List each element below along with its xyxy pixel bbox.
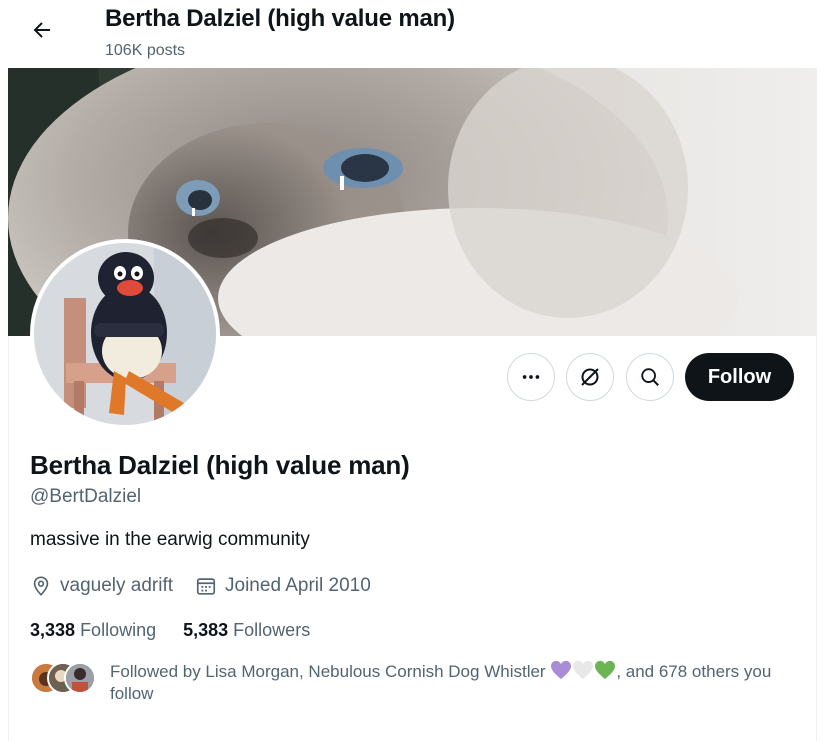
followers-count: 5,383 (183, 620, 229, 640)
back-arrow-icon (33, 22, 50, 38)
more-button[interactable] (507, 353, 555, 401)
post-count: 106K posts (105, 42, 186, 59)
follow-button[interactable]: Follow (685, 353, 794, 401)
more-icon (522, 375, 540, 379)
avatar (64, 662, 96, 694)
join-date: Joined April 2010 (195, 575, 371, 597)
profile-meta: vaguely adrift Joined April 2010 (30, 575, 393, 597)
search-icon (641, 368, 659, 386)
followers-link[interactable]: 5,383 Followers (183, 620, 310, 641)
grok-icon (581, 368, 599, 386)
back-button[interactable] (24, 12, 60, 48)
top-bar: Bertha Dalziel (high value man) 106K pos… (8, 0, 817, 68)
grok-button[interactable] (566, 353, 614, 401)
location-icon (33, 576, 49, 596)
profile-bio: massive in the earwig community (30, 529, 310, 550)
followers-label: Followers (233, 620, 311, 640)
following-label: Following (80, 620, 157, 640)
join-date-text: Joined April 2010 (225, 575, 371, 596)
profile-name: Bertha Dalziel (high value man) (30, 450, 410, 480)
green-heart-icon (595, 660, 616, 680)
location-text: vaguely adrift (60, 575, 174, 596)
purple-heart-icon (551, 660, 572, 680)
following-count: 3,338 (30, 620, 76, 640)
followed-by-prefix: Followed by Lisa Morgan, Nebulous Cornis… (110, 662, 551, 681)
avatar[interactable] (30, 239, 220, 429)
stats-row: 3,338 Following 5,383 Followers (30, 620, 337, 641)
search-button[interactable] (626, 353, 674, 401)
location: vaguely adrift (30, 575, 173, 597)
calendar-icon (196, 578, 216, 595)
header-title: Bertha Dalziel (high value man) (105, 5, 455, 32)
followed-by-text: Followed by Lisa Morgan, Nebulous Cornis… (110, 660, 790, 705)
following-link[interactable]: 3,338 Following (30, 620, 156, 641)
profile-handle: @BertDalziel (30, 486, 142, 507)
white-heart-icon (573, 660, 594, 680)
facepile (30, 662, 96, 694)
